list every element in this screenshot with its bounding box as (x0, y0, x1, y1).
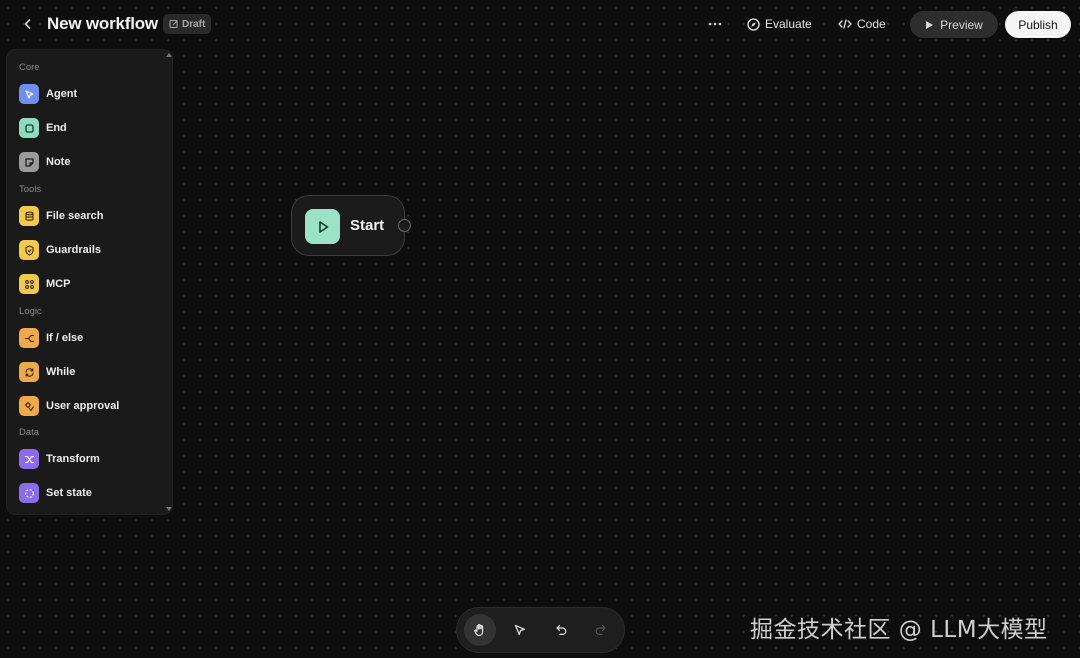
node-item-user-approval[interactable]: User approval (19, 394, 167, 418)
node-item-label: MCP (46, 278, 71, 290)
undo-button[interactable] (545, 614, 577, 646)
redo-button[interactable] (585, 614, 617, 646)
note-icon (19, 152, 39, 172)
node-item-transform[interactable]: Transform (19, 447, 167, 471)
section-label-data: Data (19, 427, 40, 438)
node-item-end[interactable]: End (19, 116, 167, 140)
more-options-button[interactable] (704, 13, 726, 35)
approval-icon (19, 396, 39, 416)
play-icon (305, 209, 340, 244)
node-item-if-else[interactable]: If / else (19, 326, 167, 350)
pointer-icon (514, 624, 526, 636)
node-item-label: File search (46, 210, 104, 222)
hand-tool-button[interactable] (464, 614, 496, 646)
shuffle-icon (19, 449, 39, 469)
branch-icon (19, 328, 39, 348)
stop-square-icon (19, 118, 39, 138)
hand-icon (474, 623, 484, 637)
start-node-label: Start (350, 217, 385, 234)
node-item-label: Guardrails (46, 244, 102, 256)
more-horizontal-icon (708, 22, 722, 26)
loop-icon (19, 362, 39, 382)
section-label-logic: Logic (19, 306, 42, 317)
start-node[interactable]: Start (291, 195, 405, 256)
database-icon (19, 206, 39, 226)
shield-icon (19, 240, 39, 260)
code-label: Code (857, 17, 886, 31)
publish-label: Publish (1018, 17, 1058, 32)
node-item-mcp[interactable]: MCP (19, 272, 167, 296)
start-node-output-handle[interactable] (398, 219, 411, 232)
node-item-set-state[interactable]: Set state (19, 481, 167, 505)
node-item-label: End (46, 122, 67, 134)
preview-label: Preview (940, 17, 983, 32)
workflow-title[interactable]: New workflow (47, 14, 158, 34)
command-icon (19, 274, 39, 294)
redo-icon (595, 624, 606, 635)
code-icon (838, 19, 852, 29)
scroll-down-icon[interactable] (165, 506, 173, 512)
node-item-file-search[interactable]: File search (19, 204, 167, 228)
node-palette: Core Agent End Note Tools File search Gu… (6, 49, 173, 515)
back-button[interactable] (18, 14, 38, 34)
section-label-tools: Tools (19, 184, 42, 195)
pointer-tool-button[interactable] (504, 614, 536, 646)
edit-icon (169, 20, 178, 28)
top-bar: New workflow Draft Evaluate Code Preview… (0, 0, 1080, 49)
evaluate-button[interactable]: Evaluate (747, 13, 812, 35)
node-item-label: Note (46, 156, 71, 168)
draft-badge: Draft (163, 14, 212, 34)
node-item-agent[interactable]: Agent (19, 82, 167, 106)
section-label-core: Core (19, 62, 40, 73)
node-item-note[interactable]: Note (19, 150, 167, 174)
dashed-circle-icon (19, 483, 39, 503)
node-item-label: Transform (46, 453, 100, 465)
chevron-left-icon (24, 19, 31, 29)
node-item-while[interactable]: While (19, 360, 167, 384)
preview-button[interactable]: Preview (910, 11, 998, 38)
draft-label: Draft (182, 18, 206, 30)
evaluate-label: Evaluate (765, 17, 812, 31)
cursor-arrow-icon (19, 84, 39, 104)
scroll-up-icon[interactable] (165, 52, 173, 58)
canvas-toolbar (456, 607, 625, 653)
compass-icon (747, 17, 760, 31)
watermark: 掘金技术社区 @ LLM大模型 (750, 617, 1048, 643)
node-item-label: Set state (46, 487, 92, 499)
code-button[interactable]: Code (838, 13, 886, 35)
play-icon (926, 20, 934, 29)
node-item-label: If / else (46, 332, 84, 344)
node-item-label: Agent (46, 88, 78, 100)
node-item-label: User approval (46, 400, 120, 412)
node-item-guardrails[interactable]: Guardrails (19, 238, 167, 262)
publish-button[interactable]: Publish (1005, 11, 1071, 38)
undo-icon (556, 624, 567, 635)
node-item-label: While (46, 366, 76, 378)
